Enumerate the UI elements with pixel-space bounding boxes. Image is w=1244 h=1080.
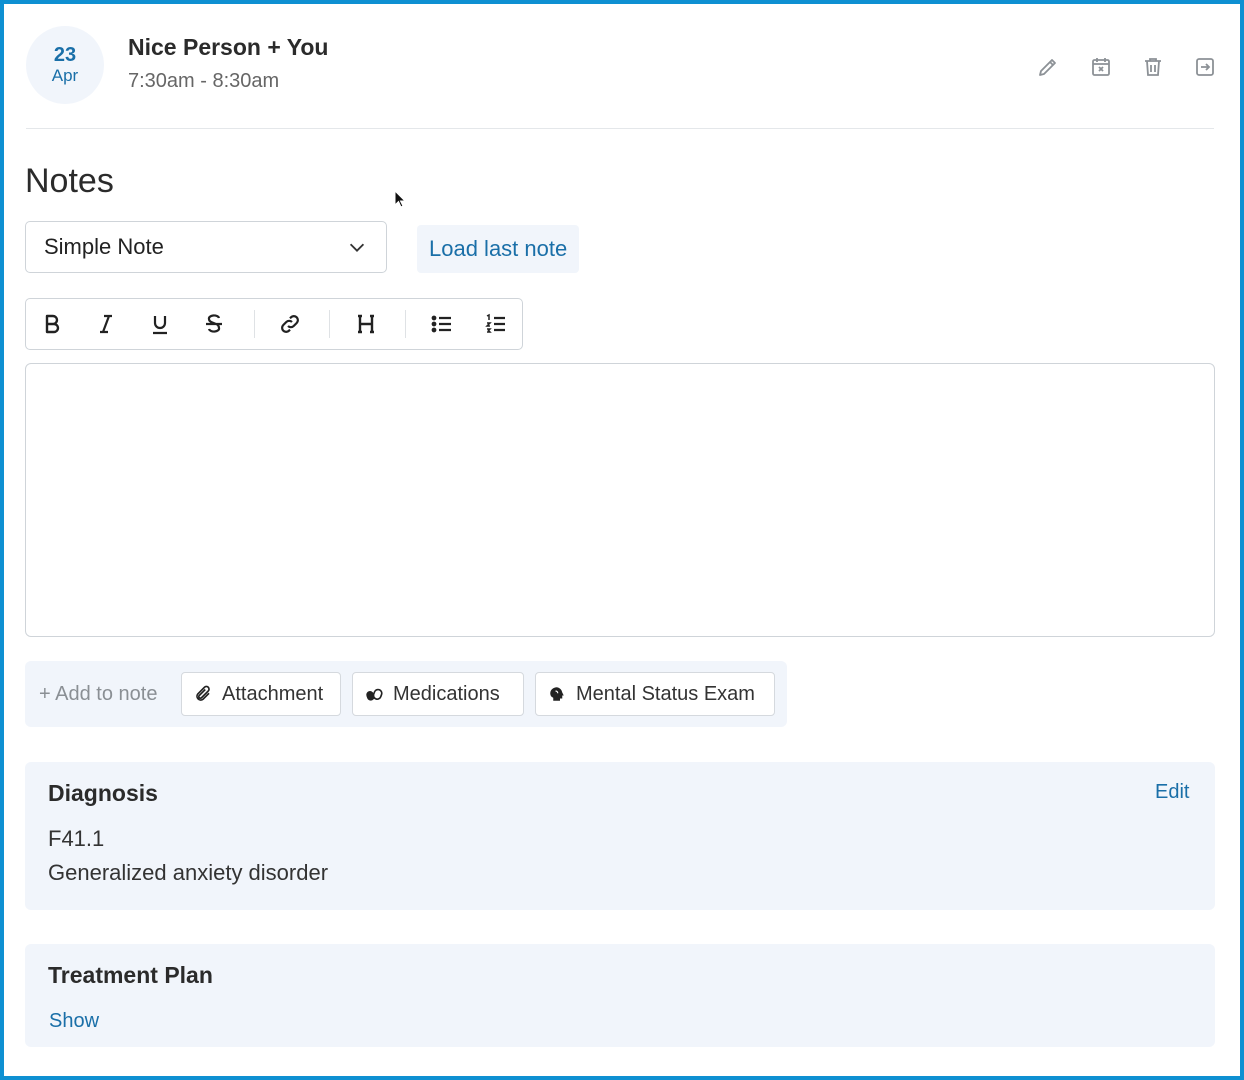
chevron-down-icon — [346, 236, 368, 258]
medications-button[interactable]: Medications — [352, 672, 524, 716]
link-icon[interactable] — [276, 310, 304, 338]
diagnosis-edit-link[interactable]: Edit — [1155, 781, 1189, 804]
italic-icon[interactable] — [92, 310, 120, 338]
appointment-title: Nice Person + You — [128, 34, 329, 60]
toolbar-separator — [254, 310, 255, 338]
treatment-plan-show-link[interactable]: Show — [49, 1010, 99, 1033]
diagnosis-description: Generalized anxiety disorder — [48, 860, 329, 885]
exit-icon[interactable] — [1190, 52, 1220, 82]
toolbar-separator — [405, 310, 406, 338]
bold-icon[interactable] — [38, 310, 66, 338]
add-to-note-label: + Add to note — [39, 683, 158, 705]
note-editor[interactable] — [25, 363, 1215, 637]
paperclip-icon — [196, 685, 210, 701]
date-month: Apr — [51, 66, 79, 85]
treatment-plan-panel — [25, 944, 1215, 1047]
appointment-time: 7:30am - 8:30am — [128, 70, 280, 92]
pencil-icon[interactable] — [1033, 52, 1063, 82]
bullet-list-icon[interactable] — [428, 310, 456, 338]
medications-label: Medications — [393, 682, 500, 705]
note-template-value: Simple Note — [44, 234, 164, 259]
pills-icon — [366, 688, 383, 701]
strikethrough-icon[interactable] — [200, 310, 228, 338]
attachment-label: Attachment — [222, 682, 324, 705]
heading-icon[interactable] — [352, 310, 380, 338]
notes-heading: Notes — [25, 162, 114, 200]
brain-icon — [550, 687, 564, 701]
load-last-note-button[interactable]: Load last note — [417, 225, 580, 273]
note-template-select[interactable]: Simple Note — [25, 221, 387, 273]
toolbar-separator — [329, 310, 330, 338]
date-day: 23 — [53, 44, 77, 66]
treatment-plan-title: Treatment Plan — [48, 962, 213, 988]
diagnosis-title: Diagnosis — [48, 780, 158, 806]
attachment-button[interactable]: Attachment — [181, 672, 341, 716]
mental-status-exam-label: Mental Status Exam — [576, 682, 755, 705]
trash-icon[interactable] — [1138, 52, 1168, 82]
underline-icon[interactable] — [146, 310, 174, 338]
mental-status-exam-button[interactable]: Mental Status Exam — [535, 672, 775, 716]
diagnosis-panel — [25, 762, 1215, 910]
calendar-x-icon[interactable] — [1086, 52, 1116, 82]
mouse-cursor-icon — [394, 189, 407, 208]
header-divider — [26, 128, 1214, 129]
diagnosis-code: F41.1 — [48, 826, 105, 851]
numbered-list-icon[interactable] — [482, 310, 510, 338]
date-badge: 23 Apr — [26, 26, 104, 104]
